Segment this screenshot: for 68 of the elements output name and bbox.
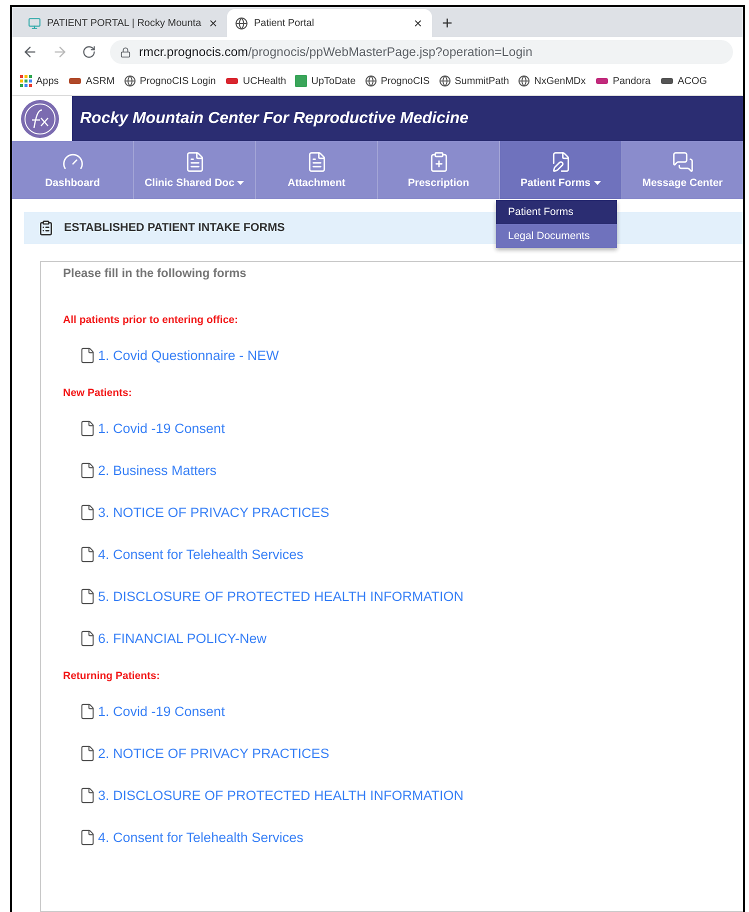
clinic-name: Rocky Mountain Center For Reproductive Medicine: [80, 110, 468, 128]
bookmark[interactable]: NxGenMDx: [518, 75, 586, 87]
file-icon: [79, 504, 96, 520]
bookmark[interactable]: PrognoCIS Login: [124, 75, 216, 87]
file-icon: [79, 346, 96, 364]
nav-tab[interactable]: Clinic Shared Doc: [134, 141, 256, 199]
clipboard-icon: [38, 220, 54, 236]
browser-tab[interactable]: PATIENT PORTAL | Rocky Mounta ×: [20, 9, 225, 37]
file-icon: [79, 588, 96, 604]
new-tab-button[interactable]: +: [434, 9, 461, 37]
nav-tab[interactable]: Dashboard: [12, 141, 134, 199]
panel-title: ESTABLISHED PATIENT INTAKE FORMS: [64, 222, 285, 234]
back-icon[interactable]: [22, 44, 38, 60]
form-link[interactable]: 5. DISCLOSURE OF PROTECTED HEALTH INFORMATION: [79, 586, 743, 606]
globe-icon: [438, 75, 451, 87]
file-icon: [79, 462, 96, 478]
form-link[interactable]: 1. Covid Questionnaire - NEW: [79, 345, 743, 365]
browser-tab[interactable]: Patient Portal ×: [227, 9, 432, 37]
file-icon: [79, 702, 96, 720]
file-icon: [79, 546, 96, 562]
form-link[interactable]: 3. NOTICE OF PRIVACY PRACTICES: [79, 502, 743, 522]
form-link[interactable]: 6. FINANCIAL POLICY-New: [79, 628, 743, 648]
form-link[interactable]: 4. Consent for Telehealth Services: [79, 544, 743, 564]
close-button[interactable]: ×: [412, 15, 424, 31]
bookmark[interactable]: UpToDate: [295, 75, 356, 87]
form-link[interactable]: 4. Consent for Telehealth Services: [79, 827, 743, 847]
nav-tab[interactable]: Attachment: [256, 141, 378, 199]
globe-icon: [364, 75, 377, 87]
file-icon: [79, 630, 96, 646]
bookmark[interactable]: Apps: [20, 75, 59, 87]
bookmark[interactable]: ACOG: [660, 76, 708, 86]
menu-item[interactable]: Legal Documents: [496, 224, 617, 248]
nav-tab[interactable]: Patient Forms: [500, 141, 622, 199]
form-link[interactable]: 2. Business Matters: [79, 460, 743, 480]
globe-icon: [124, 75, 136, 87]
file-icon: [79, 744, 96, 762]
bookmark[interactable]: SummitPath: [438, 75, 510, 87]
menu-item[interactable]: Patient Forms: [496, 200, 617, 224]
bookmark-icon: [295, 75, 308, 87]
form-link[interactable]: 2. NOTICE OF PRIVACY PRACTICES: [79, 743, 743, 763]
nav-tab[interactable]: Message Center: [622, 141, 743, 199]
address-bar[interactable]: rmcr.prognocis.com/prognocis/ppWebMasterPage.jsp?operation=Login: [110, 40, 733, 64]
monitor-icon: [28, 16, 41, 30]
section-heading: All patients prior to entering office:: [63, 314, 240, 326]
reload-icon[interactable]: [82, 45, 96, 59]
instructions: Please fill in the following forms: [63, 266, 248, 280]
bookmark[interactable]: PrognoCIS: [364, 75, 430, 87]
section-heading: Returning Patients:: [63, 670, 161, 682]
bookmark-icon: [594, 76, 609, 86]
form-link[interactable]: 1. Covid -19 Consent: [79, 418, 743, 438]
form-link[interactable]: 1. Covid -19 Consent: [79, 701, 743, 721]
clinic-logo: [12, 96, 72, 141]
apps-icon: [20, 75, 32, 87]
file-icon: [79, 420, 96, 436]
bookmark[interactable]: ASRM: [68, 76, 115, 86]
bookmark[interactable]: UCHealth: [224, 76, 286, 86]
bookmark-icon: [68, 76, 82, 86]
bookmark-icon: [224, 76, 239, 86]
section-heading: New Patients:: [63, 387, 133, 399]
file-icon: [79, 786, 96, 804]
chat-icon: [672, 151, 694, 173]
bookmark-icon: [660, 76, 674, 86]
globe-icon: [518, 75, 530, 87]
file-icon: [79, 828, 96, 846]
form-link[interactable]: 3. DISCLOSURE OF PROTECTED HEALTH INFORMATION: [79, 785, 743, 805]
globe-icon: [235, 16, 248, 30]
close-button[interactable]: ×: [207, 15, 220, 31]
bookmark[interactable]: Pandora: [594, 76, 651, 86]
